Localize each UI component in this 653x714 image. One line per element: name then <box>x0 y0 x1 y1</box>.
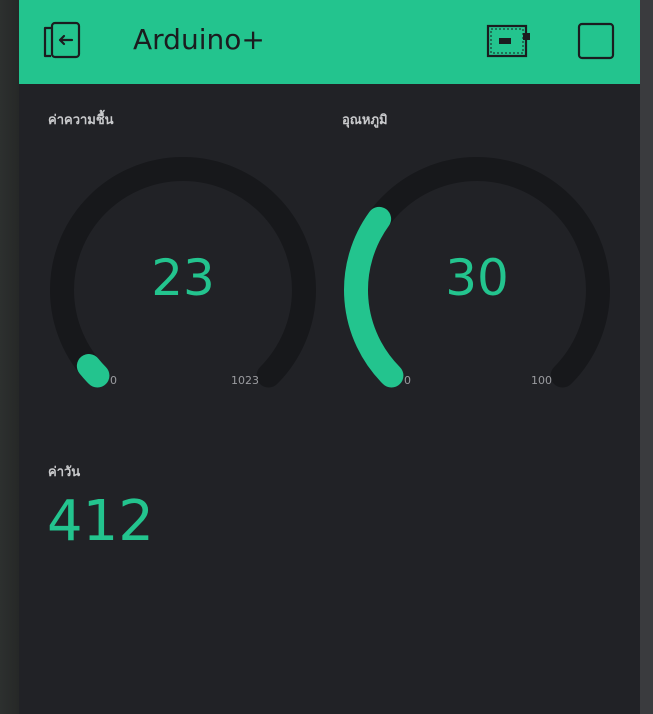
back-button[interactable] <box>43 20 85 60</box>
device-board-icon <box>486 24 530 58</box>
gauge-moisture[interactable]: 23 0 1023 <box>43 150 323 400</box>
gauge-min: 0 <box>110 374 117 387</box>
gauge-max: 1023 <box>231 374 259 387</box>
header-bar: Arduino+ <box>19 0 640 84</box>
gauge-temperature[interactable]: 30 0 100 <box>337 150 617 400</box>
value-display[interactable]: 412 <box>47 490 154 554</box>
gauge-min: 0 <box>404 374 411 387</box>
gauge-value: 23 <box>151 249 215 307</box>
stop-button[interactable] <box>577 22 615 60</box>
app-panel: Arduino+ ค่าความชื้น 23 0 1023 อุณหภูมิ … <box>19 0 640 714</box>
gauge-label-moisture: ค่าความชื้น <box>48 113 114 128</box>
gauge-label-temperature: อุณหภูมิ <box>342 113 388 128</box>
gauge-fill <box>76 354 110 388</box>
screen: Arduino+ ค่าความชื้น 23 0 1023 อุณหภูมิ … <box>0 0 653 714</box>
page-title: Arduino+ <box>133 23 265 56</box>
stop-square-icon <box>577 22 615 60</box>
gauge-value: 30 <box>445 249 509 307</box>
device-button[interactable] <box>485 22 533 60</box>
value-display-label: ค่าวัน <box>48 465 81 480</box>
window-edge <box>640 0 653 714</box>
gauge-max: 100 <box>531 374 552 387</box>
back-exit-icon <box>43 21 81 59</box>
